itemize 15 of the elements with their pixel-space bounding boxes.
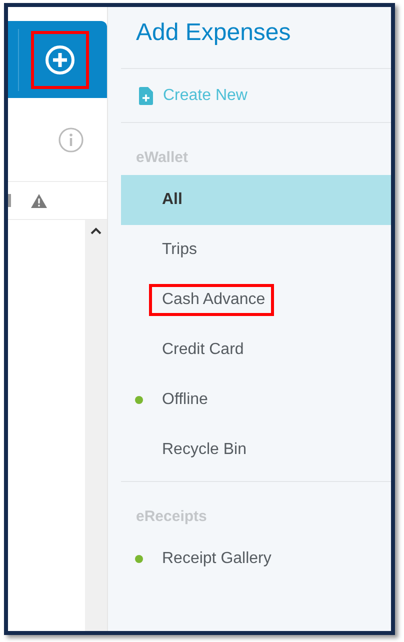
warning-icon <box>30 192 48 208</box>
add-button[interactable] <box>31 30 89 88</box>
scrollbar[interactable] <box>85 220 107 631</box>
add-icon <box>44 44 76 76</box>
new-document-icon <box>139 86 153 104</box>
column-marker <box>8 194 11 207</box>
menu-item[interactable]: Offline <box>121 375 391 425</box>
menu-item[interactable]: Receipt Gallery <box>121 534 391 584</box>
menu-item[interactable]: Trips <box>121 225 391 275</box>
menu-item[interactable]: Cash Advance <box>121 275 391 325</box>
panel-title: Add Expenses <box>121 7 391 69</box>
menu-item[interactable]: All <box>121 175 391 225</box>
menu-item[interactable]: Recycle Bin <box>121 425 391 475</box>
scroll-up-icon[interactable] <box>90 227 102 235</box>
menu-item[interactable]: Credit Card <box>121 325 391 375</box>
